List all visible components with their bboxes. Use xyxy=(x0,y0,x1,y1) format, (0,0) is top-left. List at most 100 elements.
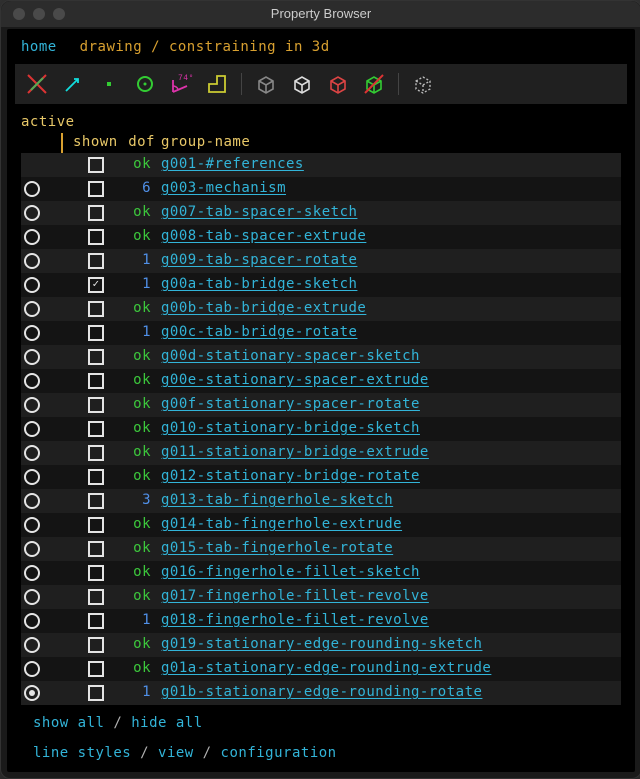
active-radio[interactable] xyxy=(24,589,40,605)
shown-checkbox[interactable] xyxy=(88,661,104,677)
titlebar[interactable]: Property Browser xyxy=(1,1,640,27)
point-icon[interactable] xyxy=(97,72,121,96)
shown-checkbox[interactable] xyxy=(88,253,104,269)
shown-checkbox[interactable] xyxy=(88,205,104,221)
circle-icon[interactable] xyxy=(133,72,157,96)
view-link[interactable]: view xyxy=(158,745,194,761)
active-radio-cell[interactable] xyxy=(21,637,43,653)
shown-checkbox[interactable] xyxy=(88,157,104,173)
active-radio[interactable] xyxy=(24,301,40,317)
shown-checkbox[interactable] xyxy=(88,589,104,605)
shown-checkbox[interactable] xyxy=(88,685,104,701)
shown-checkbox[interactable] xyxy=(88,493,104,509)
shown-checkbox-cell[interactable] xyxy=(73,325,119,341)
cube-red-icon[interactable] xyxy=(326,72,350,96)
shown-checkbox[interactable] xyxy=(88,277,104,293)
active-radio[interactable] xyxy=(24,229,40,245)
active-radio-cell[interactable] xyxy=(21,229,43,245)
shown-checkbox[interactable] xyxy=(88,421,104,437)
group-name-link[interactable]: g003-mechanism xyxy=(161,180,621,197)
active-radio[interactable] xyxy=(24,277,40,293)
vector-icon[interactable] xyxy=(61,72,85,96)
shown-checkbox-cell[interactable] xyxy=(73,469,119,485)
active-radio-cell[interactable] xyxy=(21,349,43,365)
active-radio[interactable] xyxy=(24,181,40,197)
shown-checkbox-cell[interactable] xyxy=(73,445,119,461)
active-radio-cell[interactable] xyxy=(21,397,43,413)
group-name-link[interactable]: g016-fingerhole-fillet-sketch xyxy=(161,564,621,581)
group-name-link[interactable]: g00c-tab-bridge-rotate xyxy=(161,324,621,341)
group-name-link[interactable]: g019-stationary-edge-rounding-sketch xyxy=(161,636,621,653)
group-name-link[interactable]: g011-stationary-bridge-extrude xyxy=(161,444,621,461)
shown-checkbox-cell[interactable] xyxy=(73,181,119,197)
active-radio-cell[interactable] xyxy=(21,613,43,629)
active-radio-cell[interactable] xyxy=(21,373,43,389)
active-radio[interactable] xyxy=(24,373,40,389)
shown-checkbox-cell[interactable] xyxy=(73,349,119,365)
shown-checkbox[interactable] xyxy=(88,565,104,581)
shown-checkbox[interactable] xyxy=(88,469,104,485)
active-radio[interactable] xyxy=(24,397,40,413)
shown-checkbox-cell[interactable] xyxy=(73,157,119,173)
active-radio[interactable] xyxy=(24,637,40,653)
group-name-link[interactable]: g008-tab-spacer-extrude xyxy=(161,228,621,245)
shown-checkbox-cell[interactable] xyxy=(73,565,119,581)
group-name-link[interactable]: g007-tab-spacer-sketch xyxy=(161,204,621,221)
group-name-link[interactable]: g00b-tab-bridge-extrude xyxy=(161,300,621,317)
group-name-link[interactable]: g01a-stationary-edge-rounding-extrude xyxy=(161,660,621,677)
group-name-link[interactable]: g018-fingerhole-fillet-revolve xyxy=(161,612,621,629)
hide-all-link[interactable]: hide all xyxy=(131,715,202,731)
active-radio[interactable] xyxy=(24,421,40,437)
active-radio-cell[interactable] xyxy=(21,253,43,269)
active-radio-cell[interactable] xyxy=(21,277,43,293)
group-name-link[interactable]: g013-tab-fingerhole-sketch xyxy=(161,492,621,509)
group-name-link[interactable]: g017-fingerhole-fillet-revolve xyxy=(161,588,621,605)
shown-checkbox[interactable] xyxy=(88,541,104,557)
active-radio[interactable] xyxy=(24,469,40,485)
shown-checkbox-cell[interactable] xyxy=(73,253,119,269)
cube-green-icon[interactable] xyxy=(362,72,386,96)
active-radio-cell[interactable] xyxy=(21,421,43,437)
active-radio-cell[interactable] xyxy=(21,661,43,677)
active-radio[interactable] xyxy=(24,445,40,461)
shown-checkbox-cell[interactable] xyxy=(73,493,119,509)
shown-checkbox-cell[interactable] xyxy=(73,661,119,677)
window-traffic-lights[interactable] xyxy=(13,8,65,20)
shown-checkbox[interactable] xyxy=(88,613,104,629)
group-name-link[interactable]: g009-tab-spacer-rotate xyxy=(161,252,621,269)
shown-checkbox[interactable] xyxy=(88,181,104,197)
shown-checkbox[interactable] xyxy=(88,637,104,653)
active-radio-cell[interactable] xyxy=(21,493,43,509)
active-radio[interactable] xyxy=(24,541,40,557)
shown-checkbox-cell[interactable] xyxy=(73,685,119,701)
shown-checkbox-cell[interactable] xyxy=(73,589,119,605)
group-name-link[interactable]: g012-stationary-bridge-rotate xyxy=(161,468,621,485)
close-dot[interactable] xyxy=(13,8,25,20)
cube-grey-icon[interactable] xyxy=(254,72,278,96)
group-name-link[interactable]: g015-tab-fingerhole-rotate xyxy=(161,540,621,557)
shown-checkbox-cell[interactable] xyxy=(73,229,119,245)
shown-checkbox-cell[interactable] xyxy=(73,205,119,221)
shown-checkbox-cell[interactable] xyxy=(73,541,119,557)
active-radio[interactable] xyxy=(24,661,40,677)
step-icon[interactable] xyxy=(205,72,229,96)
group-name-link[interactable]: g00e-stationary-spacer-extrude xyxy=(161,372,621,389)
active-radio-cell[interactable] xyxy=(21,325,43,341)
home-link[interactable]: home xyxy=(21,39,57,55)
active-radio-cell[interactable] xyxy=(21,589,43,605)
active-radio[interactable] xyxy=(24,205,40,221)
active-radio-cell[interactable] xyxy=(21,469,43,485)
active-radio[interactable] xyxy=(24,253,40,269)
shown-checkbox[interactable] xyxy=(88,325,104,341)
active-radio-cell[interactable] xyxy=(21,445,43,461)
angle-74-icon[interactable]: 74° xyxy=(169,72,193,96)
active-radio-cell[interactable] xyxy=(21,181,43,197)
zoom-dot[interactable] xyxy=(53,8,65,20)
shown-checkbox[interactable] xyxy=(88,445,104,461)
active-radio-cell[interactable] xyxy=(21,205,43,221)
active-radio[interactable] xyxy=(24,517,40,533)
shown-checkbox-cell[interactable] xyxy=(73,517,119,533)
show-all-link[interactable]: show all xyxy=(33,715,104,731)
shown-checkbox-cell[interactable] xyxy=(73,373,119,389)
active-radio-cell[interactable] xyxy=(21,565,43,581)
